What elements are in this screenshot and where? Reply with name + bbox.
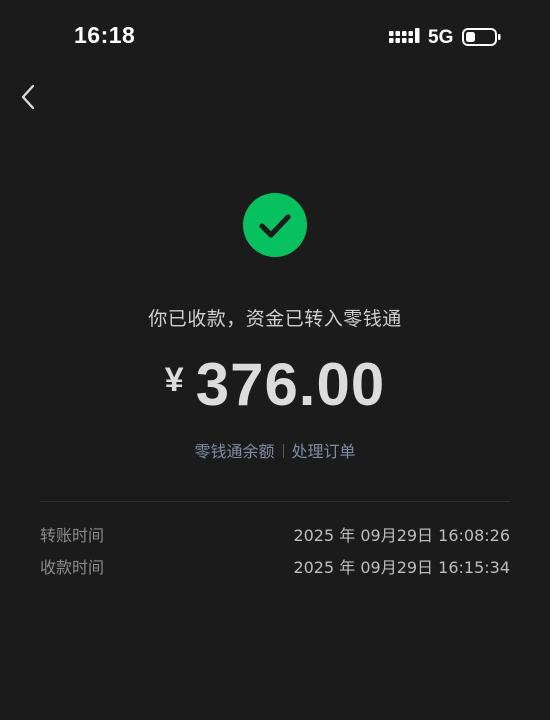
chevron-left-icon — [21, 84, 35, 110]
network-label: 5G — [428, 27, 454, 48]
link-divider — [282, 444, 284, 458]
currency-symbol: ¥ — [164, 361, 184, 399]
status-bar: 16:18 5G — [0, 0, 550, 74]
transfer-time-value: 2025 年 09月29日 16:08:26 — [293, 526, 510, 545]
check-circle-icon — [243, 193, 307, 257]
receive-time-value: 2025 年 09月29日 16:15:34 — [293, 558, 510, 577]
amount-value: 376.00 — [195, 351, 386, 418]
receive-time-label: 收款时间 — [40, 558, 105, 577]
transfer-time-row: 转账时间 2025 年 09月29日 16:08:26 — [40, 522, 510, 546]
battery-icon — [462, 28, 501, 46]
back-button[interactable] — [12, 80, 46, 114]
process-order-link[interactable]: 处理订单 — [292, 442, 356, 461]
amount-display: ¥376.00 — [0, 350, 550, 419]
signal-icon — [389, 28, 420, 43]
transfer-time-label: 转账时间 — [40, 526, 105, 545]
receive-time-row: 收款时间 2025 年 09月29日 16:15:34 — [40, 554, 510, 578]
balance-link[interactable]: 零钱通余额 — [194, 442, 274, 461]
status-time: 16:18 — [74, 22, 136, 48]
action-links: 零钱通余额 处理订单 — [0, 438, 550, 462]
result-message: 你已收款，资金已转入零钱通 — [148, 308, 402, 330]
divider — [40, 501, 510, 502]
